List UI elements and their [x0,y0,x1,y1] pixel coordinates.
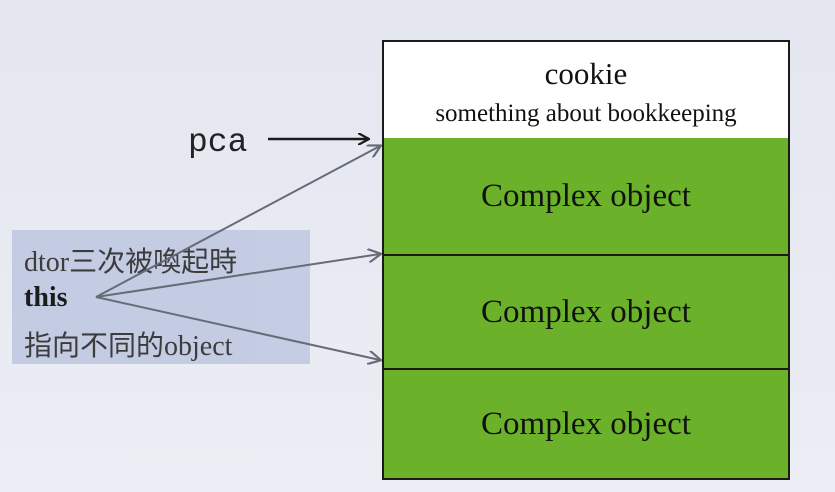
this-arrow-first [95,146,380,298]
this-arrow-second [95,254,380,298]
this-arrow-third [95,296,380,360]
arrows-layer [95,0,835,492]
